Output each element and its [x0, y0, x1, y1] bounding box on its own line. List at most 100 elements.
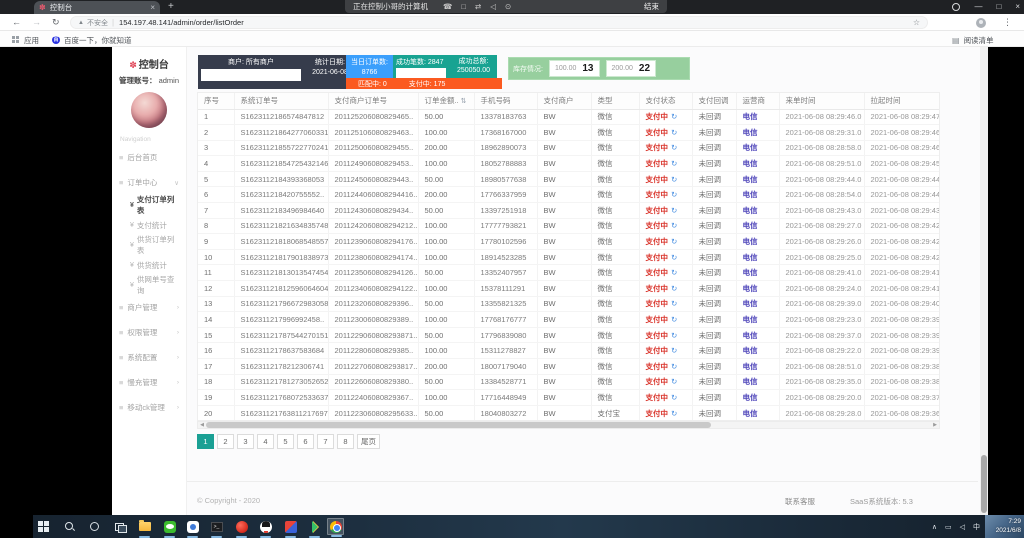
refresh-status-icon[interactable]: ↻	[671, 190, 677, 199]
success-input[interactable]	[396, 68, 446, 78]
refresh-status-icon[interactable]: ↻	[671, 409, 677, 418]
phone-icon[interactable]: ☎	[443, 3, 452, 10]
operator-link[interactable]: 电信	[743, 299, 758, 308]
operator-link[interactable]: 电信	[743, 331, 758, 340]
bookmark-star-icon[interactable]: ☆	[913, 18, 920, 27]
sidebar-item-商户管理[interactable]: ≡商户管理›	[112, 295, 186, 320]
operator-link[interactable]: 电信	[743, 206, 758, 215]
tray-ime-indicator[interactable]: 中	[973, 522, 980, 532]
taskbar-app-store-icon[interactable]	[306, 518, 323, 535]
taskbar-remote-app-icon[interactable]	[184, 518, 201, 535]
operator-link[interactable]: 电信	[743, 112, 758, 121]
operator-link[interactable]: 电信	[743, 175, 758, 184]
page-button-7[interactable]: 7	[317, 434, 334, 449]
taskbar-browser-red-icon[interactable]	[233, 518, 250, 535]
volume-icon[interactable]: ◁	[490, 3, 496, 10]
operator-link[interactable]: 电信	[743, 346, 758, 355]
page-button-8[interactable]: 8	[337, 434, 354, 449]
refresh-status-icon[interactable]: ↻	[671, 175, 677, 184]
operator-link[interactable]: 电信	[743, 284, 758, 293]
sidebar-item-权限管理[interactable]: ≡权限管理›	[112, 320, 186, 345]
browser-menu-icon[interactable]: ⋮	[1003, 17, 1012, 28]
operator-link[interactable]: 电信	[743, 393, 758, 402]
sidebar-item-供货订单列表[interactable]: ¥供货订单列表	[112, 235, 186, 255]
refresh-status-icon[interactable]: ↻	[671, 128, 677, 137]
page-button-1[interactable]: 1	[197, 434, 214, 449]
page-button-5[interactable]: 5	[277, 434, 294, 449]
refresh-status-icon[interactable]: ↻	[671, 362, 677, 371]
last-page-button[interactable]: 尾页	[357, 434, 380, 449]
address-bar[interactable]: ▲ 不安全 | 154.197.48.141/admin/order/listO…	[70, 16, 928, 29]
bookmark-baidu[interactable]: 百 百度一下，你就知道	[52, 35, 132, 46]
refresh-status-icon[interactable]: ↻	[671, 284, 677, 293]
scroll-left-arrow-icon[interactable]: ◀	[198, 422, 206, 428]
tray-volume-icon[interactable]: ◁	[960, 523, 965, 531]
sidebar-item-移动ck管理[interactable]: ≡移动ck管理›	[112, 395, 186, 420]
monitor-icon[interactable]: □	[461, 3, 466, 10]
taskbar-start-icon[interactable]	[35, 518, 52, 535]
refresh-status-icon[interactable]: ↻	[671, 112, 677, 121]
reading-list-button[interactable]: ▤ 阅读清单	[952, 35, 994, 46]
browser-profile-avatar[interactable]	[976, 18, 986, 28]
operator-link[interactable]: 电信	[743, 159, 758, 168]
refresh-status-icon[interactable]: ↻	[671, 237, 677, 246]
taskbar-chrome-icon[interactable]	[327, 518, 344, 535]
taskbar-qq-icon[interactable]	[257, 518, 274, 535]
refresh-status-icon[interactable]: ↻	[671, 159, 677, 168]
refresh-status-icon[interactable]: ↻	[671, 393, 677, 402]
refresh-status-icon[interactable]: ↻	[671, 346, 677, 355]
end-session-button[interactable]: 结束	[644, 1, 659, 12]
operator-link[interactable]: 电信	[743, 409, 758, 418]
taskbar-search-icon[interactable]	[61, 518, 78, 535]
forward-icon[interactable]: →	[32, 17, 41, 27]
taskbar-cortana-icon[interactable]	[86, 518, 103, 535]
tray-display-icon[interactable]: ▭	[945, 523, 952, 531]
new-tab-button[interactable]: +	[168, 2, 174, 12]
sidebar-item-支付统计[interactable]: ¥支付统计	[112, 215, 186, 235]
operator-link[interactable]: 电信	[743, 315, 758, 324]
reload-icon[interactable]: ↻	[52, 17, 60, 28]
taskbar-wechat-icon[interactable]	[161, 518, 178, 535]
horizontal-scroll-thumb[interactable]	[206, 422, 711, 428]
operator-link[interactable]: 电信	[743, 237, 758, 246]
refresh-status-icon[interactable]: ↻	[671, 315, 677, 324]
taskbar-task-view-icon[interactable]	[111, 518, 128, 535]
page-button-4[interactable]: 4	[257, 434, 274, 449]
refresh-status-icon[interactable]: ↻	[671, 143, 677, 152]
profile-circle-icon[interactable]	[952, 3, 960, 11]
page-button-2[interactable]: 2	[217, 434, 234, 449]
tab-close-icon[interactable]: ×	[150, 3, 155, 12]
back-icon[interactable]: ←	[12, 17, 21, 27]
horizontal-scrollbar[interactable]: ◀ ▶	[197, 421, 940, 429]
operator-link[interactable]: 电信	[743, 253, 758, 262]
sidebar-item-订单中心[interactable]: ≡订单中心∨	[112, 170, 186, 195]
operator-link[interactable]: 电信	[743, 268, 758, 277]
operator-link[interactable]: 电信	[743, 377, 758, 386]
page-button-3[interactable]: 3	[237, 434, 254, 449]
sidebar-item-系统配置[interactable]: ≡系统配置›	[112, 345, 186, 370]
refresh-status-icon[interactable]: ↻	[671, 206, 677, 215]
vertical-scrollbar[interactable]	[980, 47, 988, 515]
operator-link[interactable]: 电信	[743, 190, 758, 199]
sidebar-item-慢充管理[interactable]: ≡慢充管理›	[112, 370, 186, 395]
apps-shortcut[interactable]: 应用	[12, 35, 39, 46]
maximize-button[interactable]: □	[996, 3, 1001, 11]
close-button[interactable]: ×	[1015, 3, 1020, 11]
refresh-status-icon[interactable]: ↻	[671, 253, 677, 262]
pin-icon[interactable]: ⊙	[505, 3, 511, 10]
operator-link[interactable]: 电信	[743, 221, 758, 230]
taskbar-terminal-icon[interactable]: >_	[208, 518, 225, 535]
tray-chevron-up-icon[interactable]: ∧	[932, 523, 937, 531]
refresh-status-icon[interactable]: ↻	[671, 268, 677, 277]
column-header-订单金额..[interactable]: 订单金额..⇅	[418, 93, 474, 109]
taskbar-file-explorer-icon[interactable]	[136, 518, 153, 535]
sidebar-item-供货统计[interactable]: ¥供货统计	[112, 255, 186, 275]
refresh-status-icon[interactable]: ↻	[671, 331, 677, 340]
scroll-right-arrow-icon[interactable]: ▶	[931, 422, 939, 428]
sort-icon[interactable]: ⇅	[461, 98, 467, 105]
refresh-status-icon[interactable]: ↻	[671, 377, 677, 386]
sidebar-item-供网单号查询[interactable]: ¥供网单号查询	[112, 275, 186, 295]
browser-tab[interactable]: ✽ 控制台 ×	[34, 1, 160, 14]
refresh-status-icon[interactable]: ↻	[671, 299, 677, 308]
taskbar-clock[interactable]: 7:29 2021/6/8	[996, 518, 1021, 535]
